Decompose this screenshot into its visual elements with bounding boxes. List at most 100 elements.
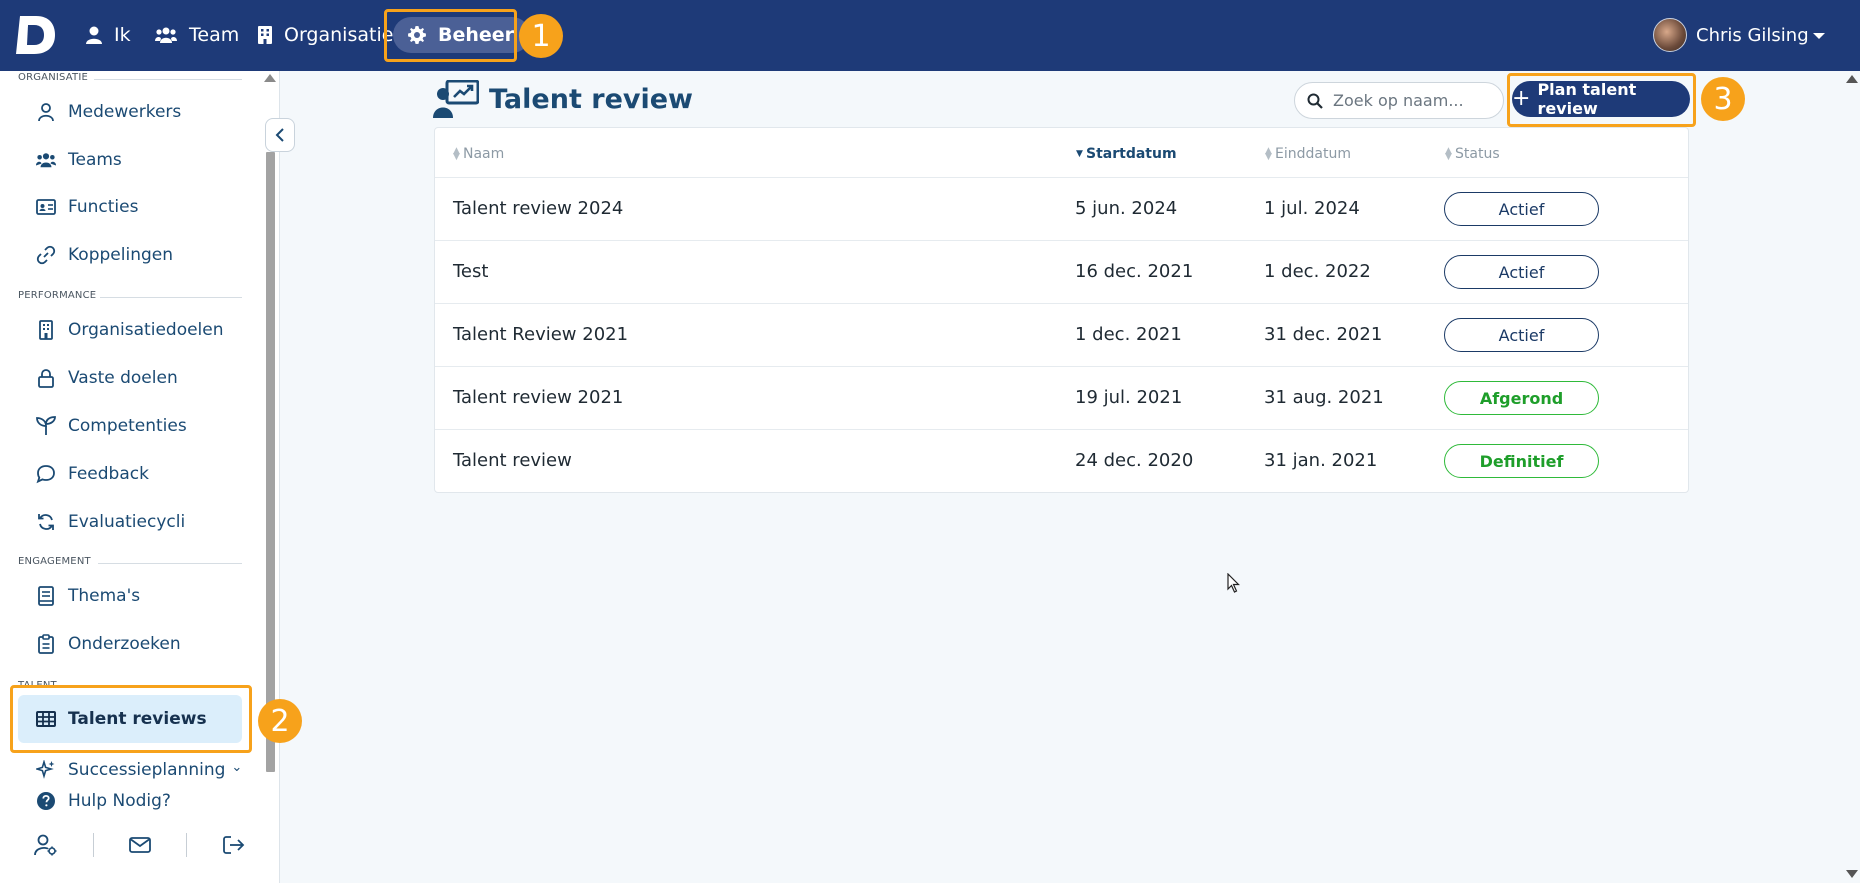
cell-einddatum: 31 jan. 2021 (1264, 450, 1378, 471)
clipboard-icon (38, 634, 54, 654)
divider (100, 297, 242, 298)
sidebar-item-label: Teams (68, 150, 122, 170)
sidebar-item-successieplanning[interactable]: Successieplanning ⌄ (36, 755, 256, 781)
cell-naam: Talent review (453, 450, 572, 471)
caret-down-icon (1812, 33, 1825, 39)
column-header-naam[interactable]: ▲ ▼ Naam (452, 146, 504, 162)
nav-item-label: Ik (114, 24, 131, 46)
sidebar-item-vaste-doelen[interactable]: Vaste doelen (36, 359, 256, 397)
sidebar-item-label: Vaste doelen (68, 368, 178, 388)
divider (98, 563, 242, 564)
column-header-einddatum[interactable]: ▲ ▼ Einddatum (1264, 146, 1351, 162)
sparkles-icon (36, 760, 55, 779)
sidebar-item-feedback[interactable]: Feedback (36, 455, 256, 493)
refresh-icon (38, 514, 54, 530)
envelope-icon (129, 836, 151, 853)
table-row[interactable]: Test 16 dec. 2021 1 dec. 2022 Actief (435, 240, 1688, 303)
section-heading-performance: PERFORMANCE (18, 290, 97, 301)
chevron-left-icon (275, 128, 284, 142)
sidebar-item-competenties[interactable]: Competenties (36, 407, 256, 445)
nav-item-organisatie[interactable]: Organisatie (258, 20, 393, 50)
cell-naam: Talent review 2021 (453, 387, 624, 408)
sidebar-item-label: Onderzoeken (68, 634, 181, 654)
sidebar-item-koppelingen[interactable]: Koppelingen (36, 236, 256, 274)
table-row[interactable]: Talent Review 2021 1 dec. 2021 31 dec. 2… (435, 303, 1688, 366)
cell-naam: Talent review 2024 (453, 198, 624, 219)
step-marker-3: 3 (1701, 77, 1745, 121)
search-input[interactable] (1333, 91, 1493, 110)
sidebar-footer (0, 822, 279, 867)
sidebar-item-teams[interactable]: Teams (36, 141, 256, 179)
sidebar-item-organisatiedoelen[interactable]: Organisatiedoelen (36, 311, 256, 349)
sidebar-item-label: Thema's (68, 586, 141, 606)
sidebar-item-label: Competenties (68, 416, 187, 436)
scroll-up-arrow-icon[interactable] (264, 74, 276, 82)
cell-startdatum: 19 jul. 2021 (1075, 387, 1183, 408)
logout-icon (222, 835, 244, 854)
nav-item-label: Team (189, 24, 240, 46)
cell-startdatum: 5 jun. 2024 (1075, 198, 1178, 219)
status-badge: Actief (1444, 255, 1599, 289)
presentation-chart-icon (433, 80, 479, 118)
section-heading-engagement: ENGAGEMENT (18, 556, 91, 567)
column-header-label: Einddatum (1275, 146, 1351, 162)
table-row[interactable]: Talent review 2021 19 jul. 2021 31 aug. … (435, 366, 1688, 429)
nav-item-ik[interactable]: Ik (86, 20, 131, 50)
cell-startdatum: 24 dec. 2020 (1075, 450, 1194, 471)
highlight-box-beheer (384, 9, 517, 62)
sidebar-item-medewerkers[interactable]: Medewerkers (36, 93, 256, 131)
sidebar-item-evaluatiecycli[interactable]: Evaluatiecycli (36, 503, 256, 541)
sidebar: ORGANISATIE Medewerkers Teams Functies K… (0, 71, 280, 883)
book-icon (38, 586, 54, 606)
sort-icon: ▲ ▼ (1265, 146, 1272, 162)
user-name: Chris Gilsing (1696, 24, 1809, 46)
link-icon (36, 245, 56, 265)
sidebar-item-label: Feedback (68, 464, 149, 484)
cell-startdatum: 16 dec. 2021 (1075, 261, 1194, 282)
sidebar-item-themas[interactable]: Thema's (36, 577, 256, 615)
status-badge: Actief (1444, 192, 1599, 226)
sidebar-item-label: Functies (68, 197, 139, 217)
table-row[interactable]: Talent review 24 dec. 2020 31 jan. 2021 … (435, 429, 1688, 492)
sort-descending-icon: ▼ (1076, 149, 1083, 159)
id-card-icon (36, 199, 56, 215)
collapse-sidebar-button[interactable] (265, 118, 295, 152)
sidebar-item-onderzoeken[interactable]: Onderzoeken (36, 625, 256, 663)
section-heading-organisatie: ORGANISATIE (18, 72, 89, 83)
talent-review-table: ▲ ▼ Naam ▼ Startdatum ▲ ▼ Einddatum ▲ ▼ Sta… (434, 127, 1689, 493)
user-menu[interactable]: Chris Gilsing (1653, 17, 1825, 53)
page-title-text: Talent review (489, 83, 693, 115)
building-icon (39, 320, 53, 340)
cell-einddatum: 31 dec. 2021 (1264, 324, 1383, 345)
user-settings-button[interactable] (0, 834, 93, 856)
column-header-status[interactable]: ▲ ▼ Status (1444, 146, 1500, 162)
cell-naam: Talent Review 2021 (453, 324, 629, 345)
cell-startdatum: 1 dec. 2021 (1075, 324, 1182, 345)
logout-button[interactable] (187, 835, 279, 855)
scroll-up-arrow-icon[interactable] (1846, 75, 1858, 83)
cell-einddatum: 1 jul. 2024 (1264, 198, 1360, 219)
cell-einddatum: 1 dec. 2022 (1264, 261, 1371, 282)
nav-item-team[interactable]: Team (155, 20, 239, 50)
building-icon (258, 26, 272, 44)
chevron-down-icon: ⌄ (231, 760, 243, 775)
sprout-icon (36, 416, 56, 435)
search-box[interactable] (1294, 82, 1504, 119)
sidebar-item-functies[interactable]: Functies (36, 188, 256, 226)
scroll-down-arrow-icon[interactable] (1846, 870, 1858, 878)
column-header-label: Naam (463, 146, 505, 162)
sidebar-scrollbar-thumb[interactable] (266, 152, 275, 772)
highlight-box-plan-button (1507, 73, 1696, 127)
divider (94, 79, 242, 80)
user-cog-icon (34, 834, 57, 855)
sidebar-item-label: Koppelingen (68, 245, 173, 265)
page-scrollbar[interactable] (1842, 71, 1860, 883)
messages-button[interactable] (94, 836, 187, 854)
column-header-label: Status (1455, 146, 1500, 162)
table-row[interactable]: Talent review 2024 5 jun. 2024 1 jul. 20… (435, 177, 1688, 240)
cell-einddatum: 31 aug. 2021 (1264, 387, 1384, 408)
sidebar-item-label: Medewerkers (68, 102, 182, 122)
app-logo-icon[interactable] (16, 14, 56, 56)
help-link[interactable]: Hulp Nodig? (36, 782, 256, 820)
column-header-startdatum[interactable]: ▼ Startdatum (1075, 146, 1177, 162)
